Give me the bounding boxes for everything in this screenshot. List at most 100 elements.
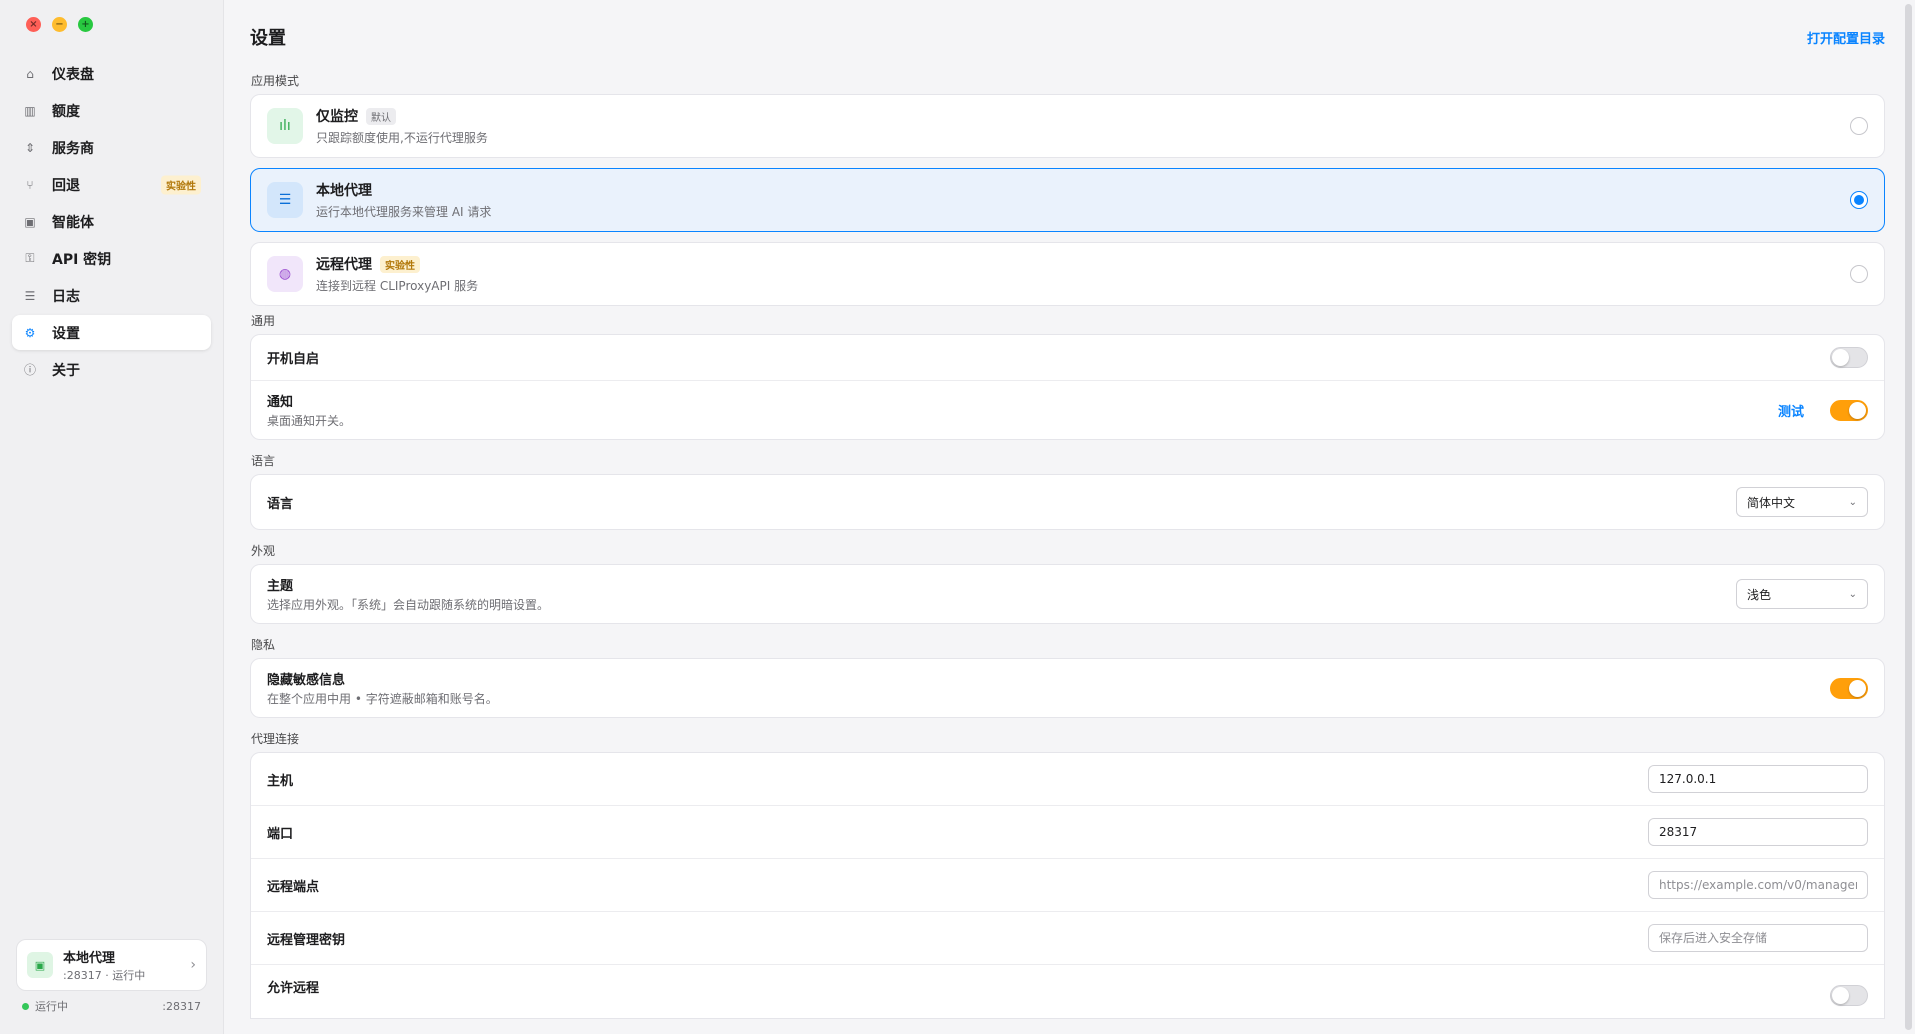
theme-title: 主题 (267, 579, 294, 594)
close-window-button[interactable]: × (26, 17, 41, 32)
chevron-down-icon: ⌄ (1848, 588, 1857, 600)
mode-option-desc: 连接到远程 CLIProxyAPI 服务 (316, 279, 479, 293)
scrollbar[interactable] (1901, 0, 1915, 1034)
theme-row: 主题 选择应用外观。「系统」会自动跟随系统的明暗设置。 浅色 ⌄ (251, 565, 1884, 623)
app-window: × − + ⌂ 仪表盘 ▥ 额度 ⇕ 服务商 ⑂ 回退 实验性 ▣ 智能体 ⚿ … (0, 0, 1915, 1034)
window-controls: × − + (26, 17, 93, 32)
proxy-status-card[interactable]: ▣ 本地代理 :28317 · 运行中 › (16, 939, 207, 991)
sidebar-item-label: 仪表盘 (52, 66, 94, 83)
mode-option-title: 远程代理 实验性 (316, 254, 1850, 274)
port-title: 端口 (267, 826, 294, 842)
sidebar-item-label: API 密钥 (52, 251, 112, 268)
proxy-card: 主机 端口 远程端点 远程管理密钥 (250, 752, 1885, 1019)
chevron-down-icon: ⌄ (1848, 496, 1857, 508)
notify-title: 通知 (267, 395, 294, 410)
notify-test-button[interactable]: 测试 (1778, 401, 1804, 420)
status-bar: 运行中 :28317 (22, 998, 201, 1014)
fallback-icon: ⑂ (26, 177, 34, 192)
sidebar-item-quota[interactable]: ▥ 额度 (12, 93, 211, 128)
port-row: 端口 (251, 806, 1884, 859)
remote-key-text: 远程管理密钥 (267, 929, 1648, 948)
language-select[interactable]: 简体中文 ⌄ (1736, 487, 1868, 517)
open-config-dir-link[interactable]: 打开配置目录 (1807, 28, 1885, 47)
allow-remote-row: 允许远程 (251, 965, 1884, 1018)
mode-option-text: 远程代理 实验性 连接到远程 CLIProxyAPI 服务 (316, 254, 1850, 294)
sidebar-item-label: 日志 (52, 288, 80, 305)
host-input[interactable] (1648, 765, 1868, 793)
theme-select-value: 浅色 (1747, 587, 1772, 602)
sidebar-item-logs[interactable]: ☰ 日志 (12, 278, 211, 313)
sidebar-item-about[interactable]: ⓘ 关于 (12, 352, 211, 387)
port-text: 端口 (267, 823, 1648, 842)
mode-option-title-text: 远程代理 (316, 257, 372, 273)
mode-option-title: 仅监控 默认 (316, 106, 1850, 126)
autostart-title: 开机自启 (267, 352, 320, 367)
info-icon: ⓘ (23, 363, 36, 377)
server-icon: ☰ (267, 182, 303, 218)
section-label-privacy: 隐私 (251, 638, 276, 652)
proxy-status-title: 本地代理 (63, 951, 116, 966)
theme-select[interactable]: 浅色 ⌄ (1736, 579, 1868, 609)
appearance-card: 主题 选择应用外观。「系统」会自动跟随系统的明暗设置。 浅色 ⌄ (250, 564, 1885, 624)
mode-radio-monitor[interactable] (1850, 117, 1868, 135)
mode-option-monitor[interactable]: ılı 仅监控 默认 只跟踪额度使用,不运行代理服务 (250, 94, 1885, 158)
sidebar-item-label: 服务商 (52, 140, 94, 157)
globe-icon: ◍ (267, 256, 303, 292)
general-card: 开机自启 通知 桌面通知开关。 测试 (250, 334, 1885, 440)
allow-remote-text: 允许远程 (267, 977, 1830, 996)
sidebar: × − + ⌂ 仪表盘 ▥ 额度 ⇕ 服务商 ⑂ 回退 实验性 ▣ 智能体 ⚿ … (0, 0, 224, 1034)
minimize-window-button[interactable]: − (52, 17, 67, 32)
hide-sensitive-desc: 在整个应用中用 • 字符遮蔽邮箱和账号名。 (267, 692, 498, 706)
allow-remote-toggle[interactable] (1830, 985, 1868, 1006)
hide-sensitive-toggle[interactable] (1830, 677, 1868, 699)
home-icon: ⌂ (26, 66, 34, 81)
mode-option-text: 仅监控 默认 只跟踪额度使用,不运行代理服务 (316, 106, 1850, 146)
hide-sensitive-title: 隐藏敏感信息 (267, 673, 346, 688)
notify-toggle[interactable] (1830, 399, 1868, 421)
remote-key-input[interactable] (1648, 924, 1868, 952)
zoom-icon: + (81, 18, 90, 30)
zoom-window-button[interactable]: + (78, 17, 93, 32)
experimental-badge: 实验性 (161, 175, 201, 194)
mode-option-desc: 运行本地代理服务来管理 AI 请求 (316, 205, 492, 219)
language-row: 语言 简体中文 ⌄ (251, 475, 1884, 529)
language-text: 语言 (267, 493, 1736, 512)
mode-option-remote-proxy[interactable]: ◍ 远程代理 实验性 连接到远程 CLIProxyAPI 服务 (250, 242, 1885, 306)
mode-option-desc: 只跟踪额度使用,不运行代理服务 (316, 131, 488, 145)
language-select-value: 简体中文 (1747, 495, 1796, 510)
mode-option-title: 本地代理 (316, 180, 1850, 200)
default-badge: 默认 (366, 107, 396, 125)
remote-endpoint-input[interactable] (1648, 871, 1868, 899)
mode-radio-remote-proxy[interactable] (1850, 265, 1868, 283)
sidebar-item-dashboard[interactable]: ⌂ 仪表盘 (12, 56, 211, 91)
autostart-toggle[interactable] (1830, 347, 1868, 368)
remote-endpoint-title: 远程端点 (267, 879, 320, 895)
sidebar-item-fallback[interactable]: ⑂ 回退 实验性 (12, 167, 211, 202)
host-row: 主机 (251, 753, 1884, 806)
section-label-mode: 应用模式 (251, 74, 300, 88)
notify-text: 通知 桌面通知开关。 (267, 391, 1778, 429)
port-input[interactable] (1648, 818, 1868, 846)
status-dot (22, 1002, 29, 1010)
chart-icon: ılı (267, 108, 303, 144)
close-icon: × (29, 18, 38, 30)
theme-text: 主题 选择应用外观。「系统」会自动跟随系统的明暗设置。 (267, 575, 1736, 613)
sidebar-item-api-keys[interactable]: ⚿ API 密钥 (12, 241, 211, 276)
sidebar-item-settings[interactable]: ⚙ 设置 (12, 315, 211, 350)
section-label-language: 语言 (251, 454, 276, 468)
chevron-right-icon: › (190, 957, 196, 973)
mode-option-local-proxy[interactable]: ☰ 本地代理 运行本地代理服务来管理 AI 请求 (250, 168, 1885, 232)
sidebar-item-label: 关于 (52, 362, 80, 379)
mode-radio-local-proxy[interactable] (1850, 191, 1868, 209)
language-title: 语言 (267, 496, 294, 512)
status-text: 运行中 (35, 1000, 68, 1013)
host-text: 主机 (267, 770, 1648, 789)
host-title: 主机 (267, 773, 294, 789)
language-card: 语言 简体中文 ⌄ (250, 474, 1885, 530)
sidebar-item-agents[interactable]: ▣ 智能体 (12, 204, 211, 239)
agent-icon: ▣ (24, 214, 36, 229)
sidebar-item-label: 设置 (52, 325, 80, 342)
sidebar-item-providers[interactable]: ⇕ 服务商 (12, 130, 211, 165)
status-port: :28317 (162, 999, 201, 1013)
scrollbar-thumb[interactable] (1905, 4, 1912, 1030)
